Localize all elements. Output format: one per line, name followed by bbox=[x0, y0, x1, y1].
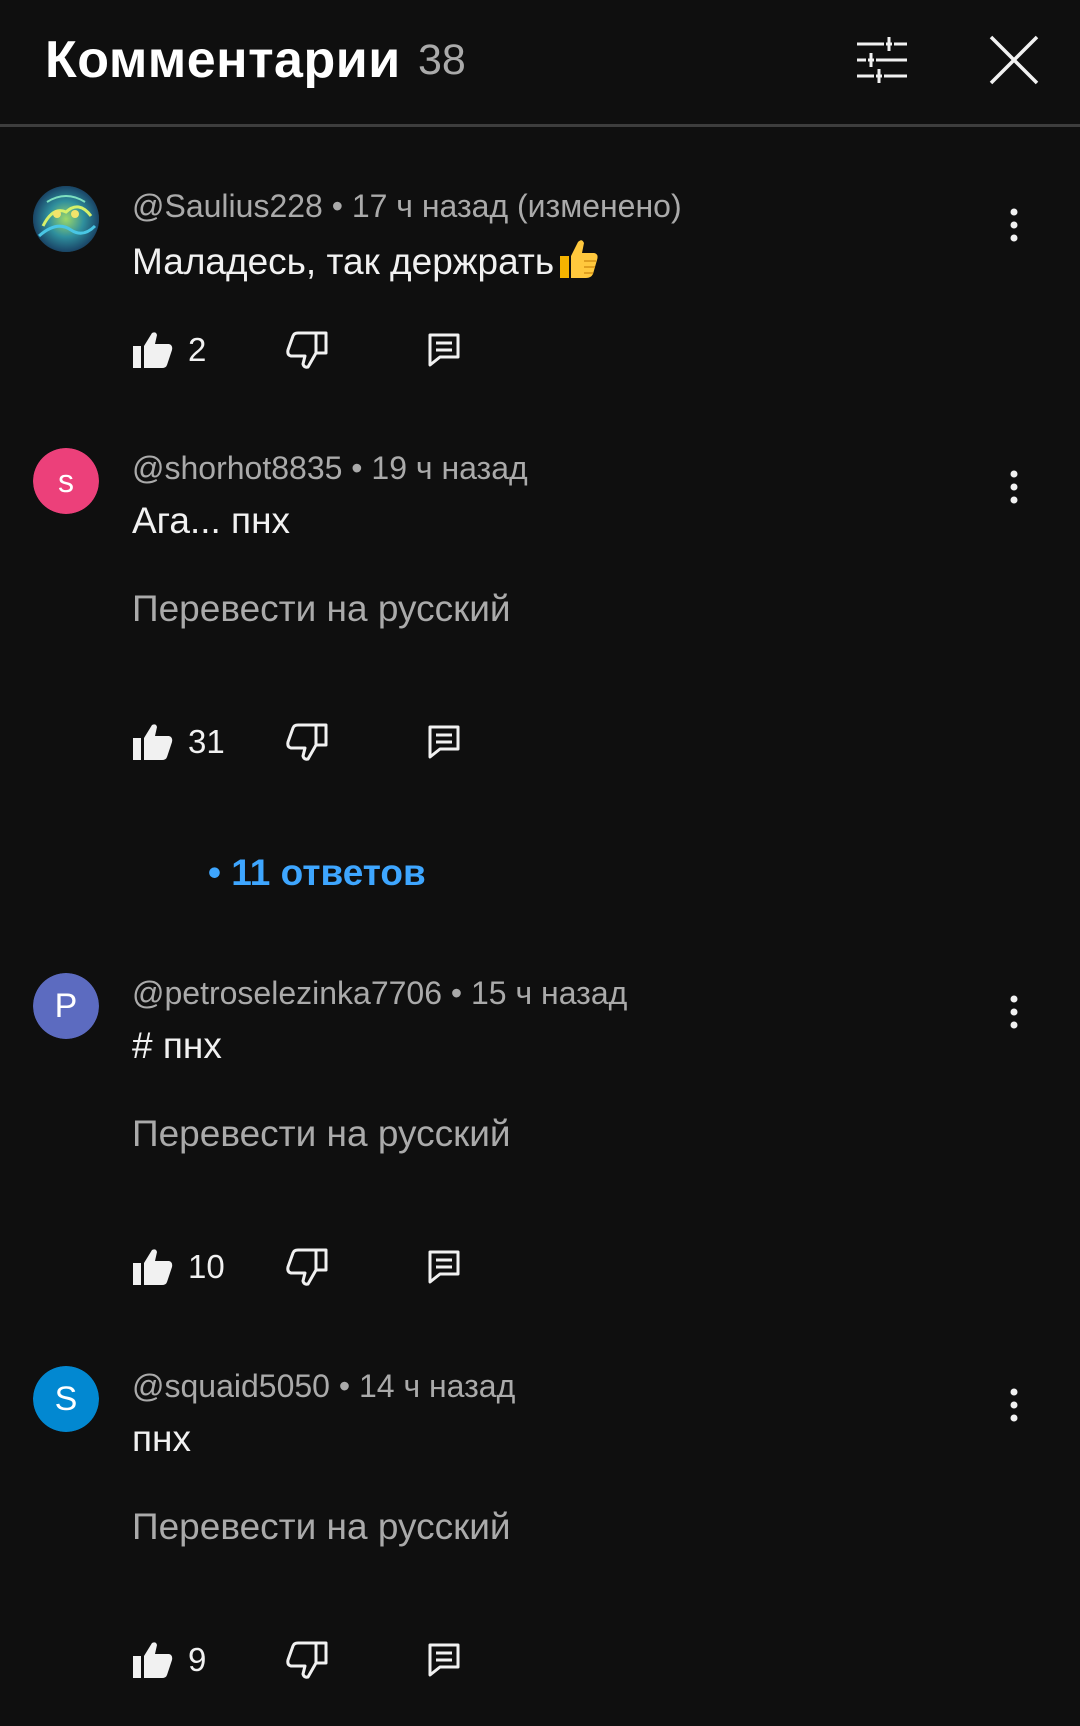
thumbs-down-icon bbox=[286, 1248, 328, 1286]
like-count: 10 bbox=[188, 1248, 225, 1285]
comment-author[interactable]: @shorhot8835 bbox=[132, 450, 342, 486]
avatar-letter: s bbox=[33, 448, 99, 514]
thumbs-up-icon bbox=[133, 1642, 173, 1678]
header-title: Комментарии bbox=[45, 31, 401, 89]
comment-time: 19 ч назад bbox=[371, 450, 528, 486]
comment-author[interactable]: @squaid5050 bbox=[132, 1368, 330, 1404]
comment-actions: 9 bbox=[132, 1635, 532, 1685]
meta-separator: • bbox=[450, 975, 463, 1011]
reply-button[interactable] bbox=[428, 1242, 460, 1292]
comment-body: Маладесь, так держрать bbox=[132, 241, 555, 282]
comment-actions: 31 bbox=[132, 717, 532, 767]
thumbs-up-emoji bbox=[556, 238, 600, 289]
comment-author[interactable]: @Saulius228 bbox=[132, 188, 323, 224]
comment-icon bbox=[428, 1643, 460, 1677]
reply-button[interactable] bbox=[428, 717, 460, 767]
thumbs-down-icon bbox=[286, 723, 328, 761]
avatar[interactable]: S bbox=[33, 1366, 99, 1432]
dislike-button[interactable] bbox=[286, 325, 328, 375]
thumbs-down-icon bbox=[286, 1641, 328, 1679]
comment-meta: @petroselezinka7706 • 15 ч назад bbox=[132, 975, 627, 1012]
meta-separator: • bbox=[351, 450, 363, 486]
comment-actions: 10 bbox=[132, 1242, 532, 1292]
comment-meta: @squaid5050 • 14 ч назад bbox=[132, 1368, 515, 1405]
comment-time: 17 ч назад (изменено) bbox=[351, 188, 682, 224]
more-vert-icon bbox=[1010, 995, 1018, 1029]
comment-icon bbox=[428, 333, 460, 367]
comment-icon bbox=[428, 1250, 460, 1284]
dislike-button[interactable] bbox=[286, 1242, 328, 1292]
avatar-letter: S bbox=[33, 1366, 99, 1432]
avatar-letter: P bbox=[33, 973, 99, 1039]
comment-author[interactable]: @petroselezinka7706 bbox=[132, 975, 442, 1011]
reply-button[interactable] bbox=[428, 325, 460, 375]
comment-text: пнх bbox=[132, 1418, 191, 1459]
thumbs-down-icon bbox=[286, 331, 328, 369]
translate-button[interactable]: Перевести на русский bbox=[132, 1113, 511, 1155]
meta-separator: • bbox=[331, 188, 343, 224]
translate-button[interactable]: Перевести на русский bbox=[132, 1506, 511, 1548]
filter-button[interactable] bbox=[850, 28, 914, 92]
comment-icon bbox=[428, 725, 460, 759]
comment-text: Маладесь, так держрать bbox=[132, 238, 600, 289]
close-button[interactable] bbox=[982, 28, 1046, 92]
more-options-button[interactable] bbox=[994, 200, 1034, 250]
avatar[interactable] bbox=[33, 186, 99, 252]
meta-separator: • bbox=[338, 1368, 351, 1404]
more-options-button[interactable] bbox=[994, 1380, 1034, 1430]
comment-time: 14 ч назад bbox=[358, 1368, 516, 1404]
replies-bullet: • bbox=[208, 852, 221, 893]
comment-count: 38 bbox=[418, 36, 466, 84]
comment-actions: 2 bbox=[132, 325, 532, 375]
comment-meta: @Saulius228 • 17 ч назад (изменено) bbox=[132, 188, 682, 225]
dislike-button[interactable] bbox=[286, 717, 328, 767]
close-icon bbox=[989, 35, 1039, 85]
like-button[interactable]: 10 bbox=[132, 1242, 225, 1292]
avatar-image bbox=[33, 186, 99, 252]
like-button[interactable]: 31 bbox=[132, 717, 225, 767]
more-vert-icon bbox=[1010, 1388, 1018, 1422]
dislike-button[interactable] bbox=[286, 1635, 328, 1685]
like-count: 9 bbox=[188, 1641, 207, 1678]
avatar[interactable]: s bbox=[33, 448, 99, 514]
comments-header: Комментарии 38 bbox=[0, 0, 1080, 127]
more-options-button[interactable] bbox=[994, 462, 1034, 512]
like-count: 31 bbox=[188, 723, 225, 760]
like-button[interactable]: 9 bbox=[132, 1635, 206, 1685]
more-options-button[interactable] bbox=[994, 987, 1034, 1037]
thumbs-up-icon bbox=[133, 724, 173, 760]
view-replies-link[interactable]: • 11 ответов bbox=[208, 852, 426, 894]
comment-meta: @shorhot8835 • 19 ч назад bbox=[132, 450, 528, 487]
more-vert-icon bbox=[1010, 208, 1018, 242]
thumbs-up-icon bbox=[133, 332, 173, 368]
like-button[interactable]: 2 bbox=[132, 325, 206, 375]
avatar[interactable]: P bbox=[33, 973, 99, 1039]
comment-time: 15 ч назад bbox=[471, 975, 628, 1011]
sliders-icon bbox=[857, 37, 907, 83]
thumbs-up-icon bbox=[133, 1249, 173, 1285]
more-vert-icon bbox=[1010, 470, 1018, 504]
translate-button[interactable]: Перевести на русский bbox=[132, 588, 511, 630]
like-count: 2 bbox=[188, 331, 207, 368]
comment-text: # пнх bbox=[132, 1025, 222, 1066]
replies-count: 11 ответов bbox=[231, 852, 426, 893]
reply-button[interactable] bbox=[428, 1635, 460, 1685]
comment-text: Ага... пнх bbox=[132, 500, 291, 541]
